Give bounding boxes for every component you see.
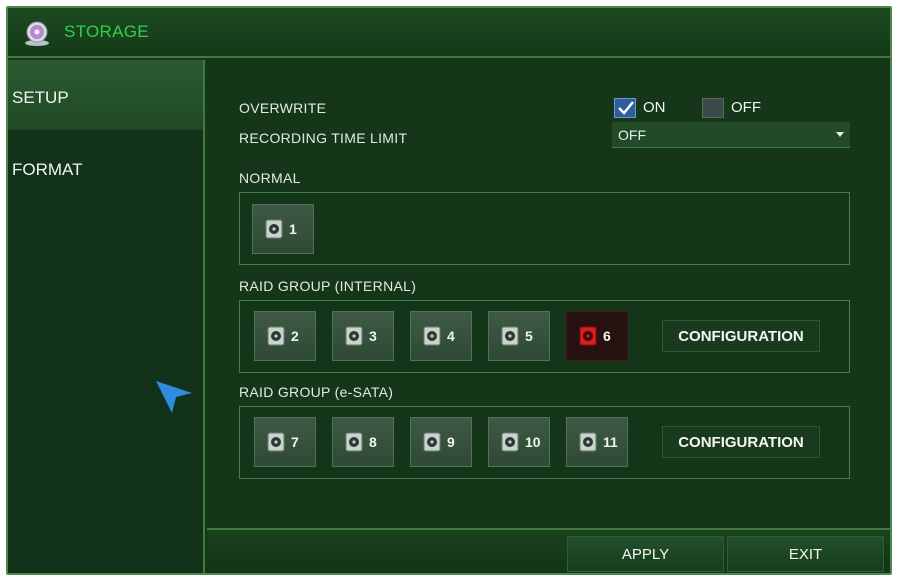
apply-button[interactable]: APPLY — [567, 536, 724, 572]
hard-disk-icon — [579, 432, 597, 452]
normal-disk-group: 1 — [239, 192, 850, 265]
overwrite-on-checkbox[interactable] — [614, 98, 636, 118]
hard-disk-icon — [267, 326, 285, 346]
mouse-cursor-icon — [156, 381, 192, 413]
hard-disk-icon — [265, 219, 283, 239]
disk-button-8[interactable]: 8 — [332, 417, 394, 467]
dropdown-arrow-icon — [836, 132, 844, 137]
hard-disk-icon — [423, 432, 441, 452]
disk-number: 11 — [603, 434, 618, 450]
hard-disk-icon — [501, 432, 519, 452]
hard-disk-icon — [345, 326, 363, 346]
disk-number: 2 — [291, 328, 299, 344]
hard-disk-error-icon — [579, 326, 597, 346]
hard-disk-icon — [423, 326, 441, 346]
sidebar-item-setup[interactable]: SETUP — [8, 60, 203, 130]
disk-button-2[interactable]: 2 — [254, 311, 316, 361]
disk-number: 6 — [603, 328, 611, 344]
exit-button[interactable]: EXIT — [727, 536, 884, 572]
recording-time-limit-value: OFF — [618, 127, 646, 143]
recording-time-limit-dropdown[interactable]: OFF — [612, 122, 850, 148]
raid-internal-configuration-button[interactable]: CONFIGURATION — [662, 320, 820, 352]
disk-button-7[interactable]: 7 — [254, 417, 316, 467]
storage-disc-icon — [25, 21, 49, 46]
disk-button-6[interactable]: 6 — [566, 311, 628, 361]
overwrite-off-label: OFF — [731, 99, 761, 116]
window-title: STORAGE — [64, 22, 149, 41]
disk-number: 9 — [447, 434, 455, 450]
disk-number: 1 — [289, 221, 297, 237]
hard-disk-icon — [267, 432, 285, 452]
disk-number: 10 — [525, 434, 541, 450]
footer-bar: APPLY EXIT — [207, 528, 890, 573]
disk-button-5[interactable]: 5 — [488, 311, 550, 361]
sidebar: SETUP FORMAT — [8, 60, 205, 573]
disk-number: 5 — [525, 328, 533, 344]
disk-button-9[interactable]: 9 — [410, 417, 472, 467]
overwrite-off-checkbox[interactable] — [702, 98, 724, 118]
sidebar-item-format[interactable]: FORMAT — [8, 132, 203, 202]
raid-internal-label: RAID GROUP (INTERNAL) — [239, 278, 417, 294]
raid-esata-configuration-button[interactable]: CONFIGURATION — [662, 426, 820, 458]
normal-group-label: NORMAL — [239, 170, 301, 186]
disk-number: 3 — [369, 328, 377, 344]
overwrite-on-label: ON — [643, 99, 666, 116]
sidebar-item-label: SETUP — [12, 88, 69, 107]
setup-panel: OVERWRITE ON OFF RECORDING TIME LIMIT OF… — [207, 60, 890, 530]
raid-internal-disk-group: 2 3 4 5 6 CONFIGURATION — [239, 300, 850, 373]
disk-number: 7 — [291, 434, 299, 450]
disk-button-1[interactable]: 1 — [252, 204, 314, 254]
disk-button-10[interactable]: 10 — [488, 417, 550, 467]
overwrite-label: OVERWRITE — [239, 100, 327, 116]
hard-disk-icon — [345, 432, 363, 452]
recording-time-limit-label: RECORDING TIME LIMIT — [239, 130, 408, 146]
disk-button-11[interactable]: 11 — [566, 417, 628, 467]
disk-number: 4 — [447, 328, 455, 344]
hard-disk-icon — [501, 326, 519, 346]
disk-button-4[interactable]: 4 — [410, 311, 472, 361]
title-bar: STORAGE — [8, 8, 890, 58]
raid-esata-disk-group: 7 8 9 10 11 CONFIGURATION — [239, 406, 850, 479]
storage-window: STORAGE SETUP FORMAT OVERWRITE ON OFF RE… — [6, 6, 892, 575]
disk-button-3[interactable]: 3 — [332, 311, 394, 361]
sidebar-item-label: FORMAT — [12, 160, 83, 179]
disk-number: 8 — [369, 434, 377, 450]
checkmark-icon — [618, 101, 634, 115]
raid-esata-label: RAID GROUP (e-SATA) — [239, 384, 394, 400]
